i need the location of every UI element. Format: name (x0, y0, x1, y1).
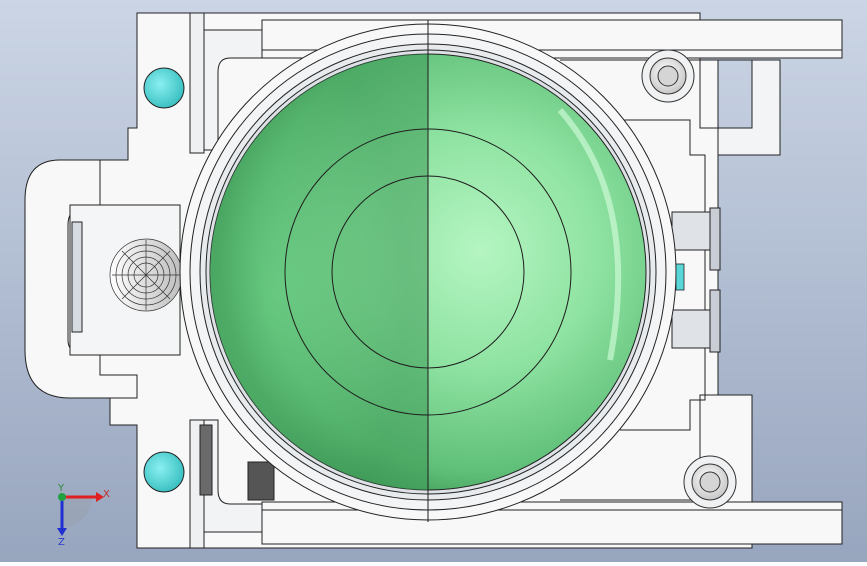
cyan-dot-top (143, 67, 185, 109)
bottom-slider-bar (261, 501, 843, 545)
left-rail-top (189, 12, 205, 154)
left-insert-strip (71, 221, 83, 333)
lower-dark-block (247, 461, 275, 501)
triad-y-label: Y (57, 483, 65, 494)
right-slot-lower (671, 309, 717, 349)
cyan-peek (675, 263, 685, 291)
triad-x-label: X (103, 489, 110, 500)
cad-viewport[interactable]: X Y Z (0, 0, 867, 562)
right-tab-upper (709, 207, 721, 271)
bolt-top (641, 49, 695, 103)
push-button (179, 20, 677, 522)
right-slot-upper (671, 211, 717, 251)
triad-z-label: Z (58, 537, 65, 548)
right-tab-lower (709, 289, 721, 353)
triad-y-dot (58, 493, 66, 501)
cyan-dot-bottom (143, 451, 185, 493)
cad-drawing: X Y Z (0, 0, 867, 562)
left-dark-strip (199, 424, 213, 496)
threaded-screw (109, 238, 183, 312)
bolt-bottom (683, 455, 737, 509)
